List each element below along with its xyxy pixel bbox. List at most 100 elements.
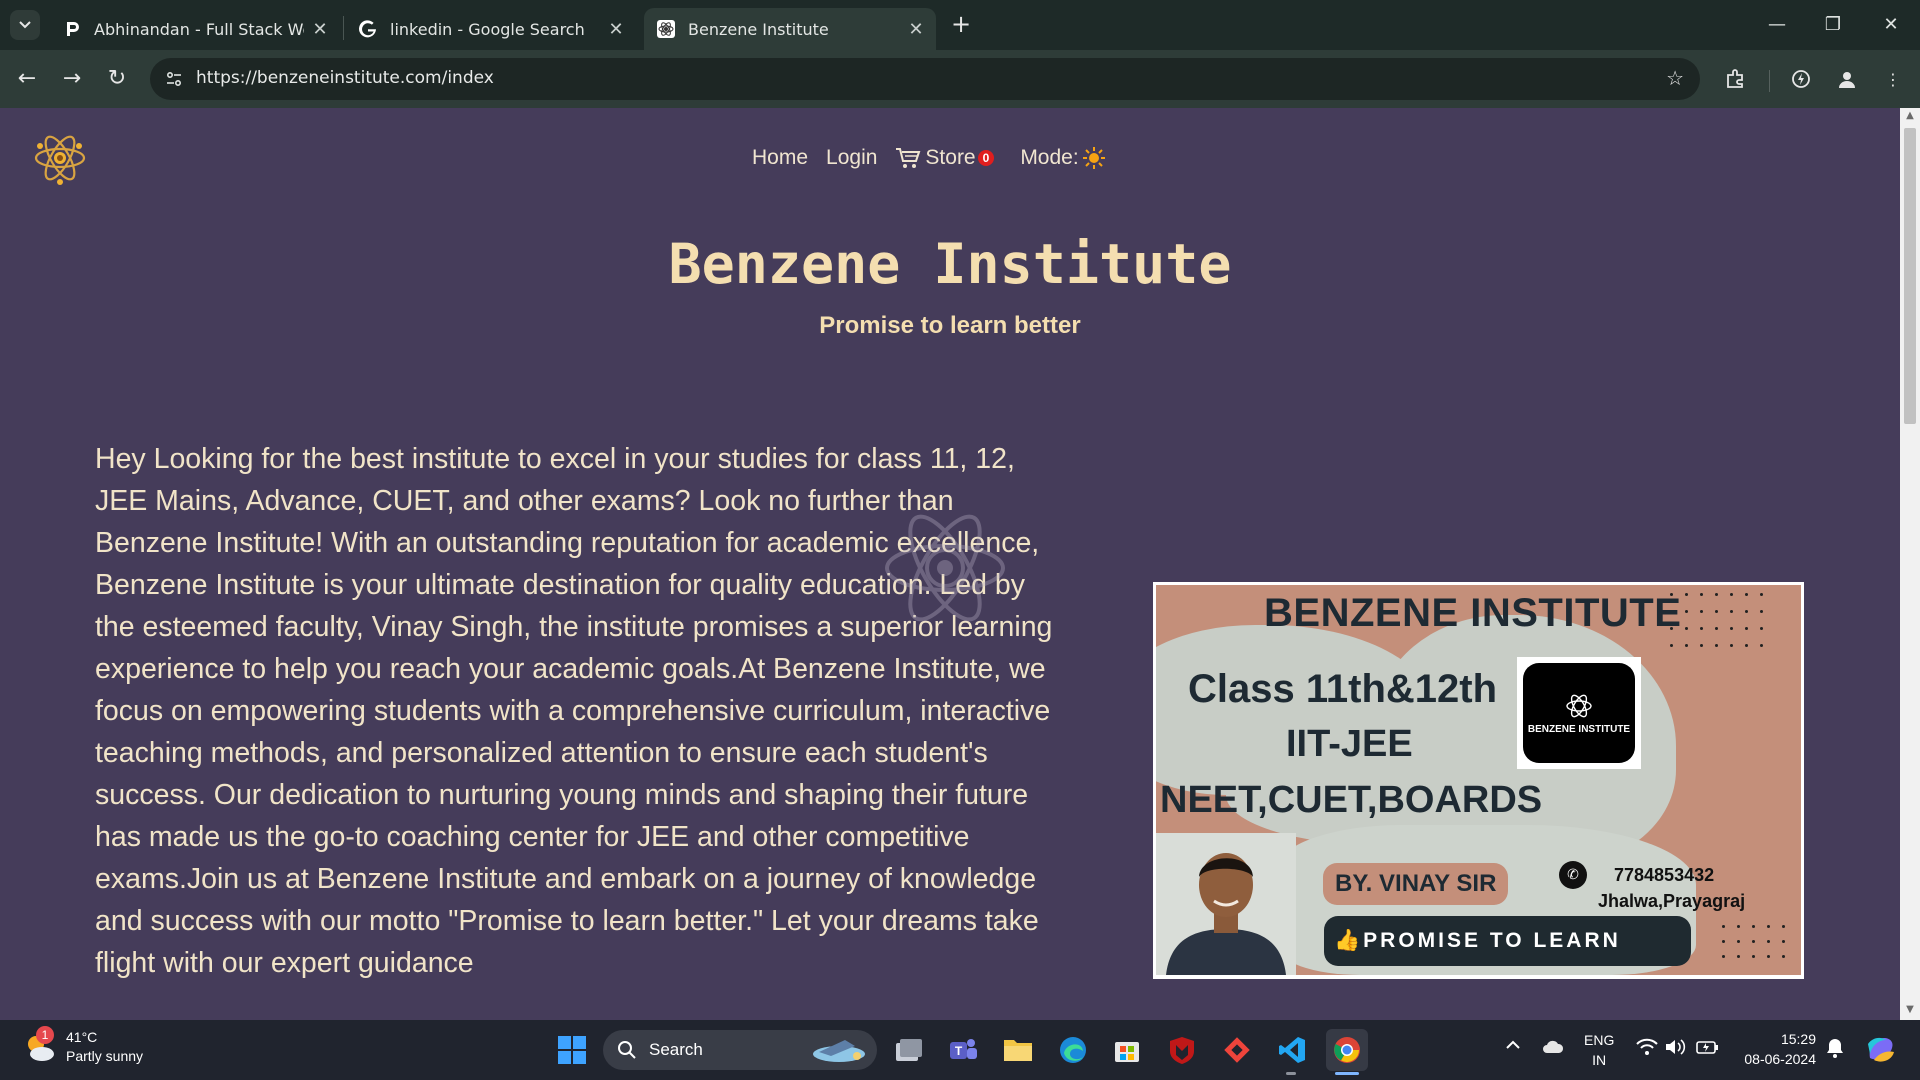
language-indicator[interactable]: ENG IN [1584,1030,1614,1070]
close-icon[interactable]: ✕ [608,19,624,40]
nav-home-link[interactable]: Home [752,146,808,170]
edge-browser-icon[interactable] [1052,1029,1094,1071]
search-icon [618,1041,636,1059]
back-arrow-icon[interactable]: ← [10,62,44,96]
scroll-up-arrow-icon[interactable]: ▲ [1900,110,1920,126]
window-close-icon[interactable]: ✕ [1876,10,1906,40]
profile-avatar-icon[interactable] [1832,64,1862,94]
bookmark-star-icon[interactable]: ☆ [1666,66,1684,90]
page-scrollbar[interactable]: ▲ ▼ [1900,108,1920,1020]
weather-widget[interactable]: 1 41°C Partly sunny [22,1026,144,1066]
toolbar-divider [1769,70,1770,92]
forward-arrow-icon[interactable]: → [55,62,89,96]
banner-promise-pill: 👍PROMISE TO LEARN BETTER [1324,916,1691,966]
atom-watermark-icon [885,514,1005,622]
scrollbar-thumb[interactable] [1904,128,1916,424]
weather-description: Partly sunny [66,1048,144,1064]
copilot-icon[interactable] [1864,1032,1898,1071]
banner-phone-number: 7784853432 [1614,865,1715,885]
nav-store-link[interactable]: Store 0 [895,146,995,170]
windows-start-icon[interactable] [551,1029,593,1071]
page-title: Benzene Institute [668,232,1232,296]
decorative-dots [1670,593,1763,647]
reload-icon[interactable]: ↻ [100,62,134,96]
browser-tab-strip: Abhinandan - Full Stack Web De ✕ linkedi… [0,0,1920,50]
phone-icon: ✆ [1559,861,1587,889]
vscode-icon[interactable] [1271,1029,1313,1071]
notification-bell-icon[interactable] [1826,1038,1844,1063]
tab-abhinandan[interactable]: Abhinandan - Full Stack Web De ✕ [50,8,340,50]
language-code: ENG [1584,1032,1615,1048]
new-tab-button[interactable]: + [948,12,974,38]
tab-title: Abhinandan - Full Stack Web De [94,19,304,39]
taskbar-search-box[interactable]: Search [603,1030,877,1070]
taskbar-search-label: Search [649,1040,703,1059]
clock-time: 15:29 [1780,1031,1816,1047]
microsoft-store-icon[interactable] [1106,1029,1148,1071]
theme-mode-toggle[interactable]: Mode: [1020,146,1105,170]
site-settings-icon[interactable] [160,65,188,93]
region-code: IN [1592,1052,1607,1068]
teams-icon[interactable]: T [942,1029,984,1071]
banner-location: Jhalwa,Prayagraj [1598,891,1746,911]
weather-temperature: 41°C [66,1029,98,1045]
banner-teacher-label: BY. VINAY SIR [1323,863,1509,905]
tab-linkedin-search[interactable]: linkedin - Google Search ✕ [346,8,636,50]
running-app-indicator [1286,1072,1296,1075]
banner-title: BENZENE INSTITUTE [1264,591,1682,635]
page-tagline: Promise to learn better [819,312,1081,339]
extensions-icon[interactable] [1721,64,1751,94]
banner-iit-line: IIT-JEE [1286,723,1413,765]
volume-icon[interactable] [1664,1038,1686,1061]
wifi-icon[interactable] [1636,1038,1658,1061]
thumbs-up-icon: 👍 [1334,929,1364,952]
onedrive-cloud-icon[interactable] [1542,1040,1564,1059]
banner-logo-text: BENZENE INSTITUTE [1527,723,1631,735]
minimize-icon[interactable]: — [1762,10,1792,40]
nav-store-label: Store [925,146,976,169]
banner-exams-line: NEET,CUET,BOARDS [1160,779,1543,821]
close-icon[interactable]: ✕ [312,19,328,40]
svg-text:T: T [955,1044,963,1058]
atom-icon [656,19,676,39]
partly-sunny-icon: 1 [22,1026,56,1064]
web-page: Home Login Store 0 Mode: Benzene Institu… [0,108,1900,1020]
promo-banner: BENZENE INSTITUTE Class 11th&12th IIT-JE… [1153,582,1804,979]
taskbar-clock[interactable]: 15:29 08-06-2024 [1734,1029,1816,1069]
anydesk-icon[interactable] [1216,1029,1258,1071]
benzene-logo-icon[interactable] [32,124,88,188]
browser-toolbar: ← → ↻ https://benzeneinstitute.com/index… [0,50,1920,108]
cart-count-badge: 0 [977,150,995,166]
restore-icon[interactable]: ❐ [1818,10,1848,40]
sun-icon [1082,147,1105,169]
tab-search-button[interactable] [10,10,40,40]
decorative-dots [1722,925,1785,958]
active-app-indicator [1335,1072,1359,1075]
banner-institute-logo: BENZENE INSTITUTE [1517,657,1641,769]
weather-alert-badge: 1 [36,1026,54,1044]
mcafee-icon[interactable] [1161,1029,1203,1071]
tab-title: linkedin - Google Search [390,19,585,39]
cart-icon [896,148,921,168]
teacher-photo [1156,833,1296,975]
p-logo-icon [62,19,82,39]
address-bar[interactable]: https://benzeneinstitute.com/index ☆ [150,58,1700,100]
more-menu-icon[interactable]: ⋮ [1878,64,1908,94]
top-navigation: Home Login Store 0 Mode: [752,146,1123,170]
show-hidden-icons-chevron-icon[interactable] [1505,1038,1521,1056]
battery-icon[interactable] [1696,1038,1720,1061]
mode-label: Mode: [1020,146,1079,169]
chrome-icon[interactable] [1326,1029,1368,1071]
tab-divider [343,16,344,40]
url-text[interactable]: https://benzeneinstitute.com/index [196,68,494,88]
file-explorer-icon[interactable] [997,1029,1039,1071]
close-icon[interactable]: ✕ [908,19,924,40]
performance-icon[interactable] [1786,64,1816,94]
scroll-down-arrow-icon[interactable]: ▼ [1900,1004,1920,1020]
task-view-icon[interactable] [888,1029,930,1071]
nav-login-link[interactable]: Login [826,146,877,170]
tab-title: Benzene Institute [688,19,829,39]
tab-benzene-institute[interactable]: Benzene Institute ✕ [644,8,936,50]
search-highlight-graphic [813,1040,865,1062]
clock-date: 08-06-2024 [1744,1051,1816,1067]
